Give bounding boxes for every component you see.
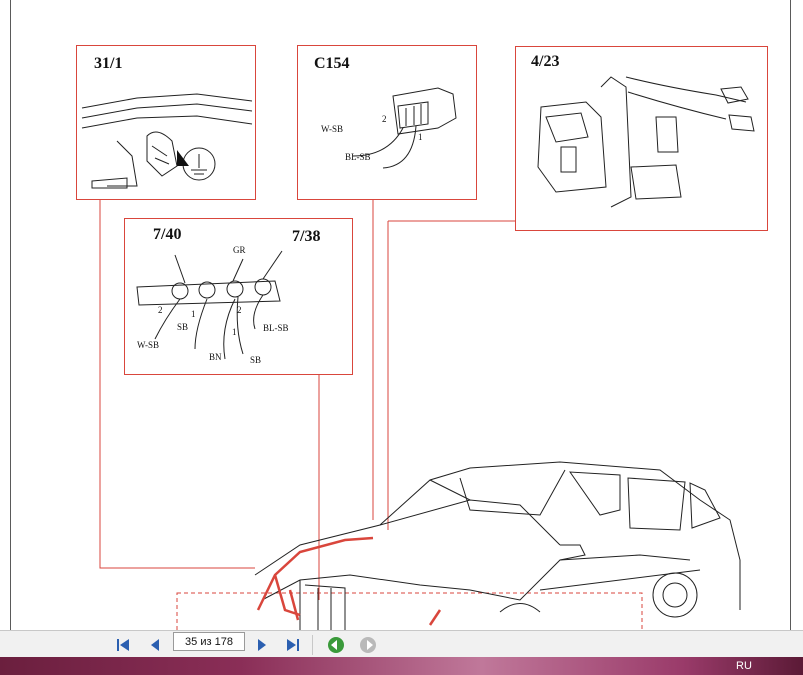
switch-connectors-drawing <box>136 250 283 360</box>
panel-31-1: 31/1 <box>76 45 256 200</box>
taskbar <box>0 657 803 675</box>
lamp-housing-drawing <box>537 76 755 208</box>
last-page-icon[interactable] <box>284 636 302 654</box>
wire-label-sb-right: SB <box>250 355 262 365</box>
wire-label-c154-bl-sb: BL-SB <box>345 152 371 162</box>
pin-label-c154-1: 1 <box>418 132 423 142</box>
wire-label-c154-w-sb: W-SB <box>321 124 344 134</box>
pin-label-c154-2: 2 <box>382 114 387 124</box>
pin-label-7-38-2: 2 <box>237 305 242 315</box>
c154-connector-drawing <box>352 87 457 169</box>
first-page-icon[interactable] <box>114 636 132 654</box>
pin-label-7-40-2: 2 <box>158 305 163 315</box>
wire-label-sb-left: SB <box>177 322 189 332</box>
go-forward-icon[interactable] <box>359 636 377 654</box>
next-page-icon[interactable] <box>253 636 271 654</box>
car-illustration <box>254 461 741 630</box>
wire-label-w-sb: W-SB <box>137 340 160 350</box>
pin-label-7-38-1: 1 <box>232 327 237 337</box>
pin-label-7-40-1: 1 <box>191 309 196 319</box>
page-number-field[interactable]: 35 из 178 <box>173 632 245 651</box>
previous-page-icon[interactable] <box>146 636 164 654</box>
panel-c154: C154 W-SB 2 1 BL-SB <box>297 45 477 200</box>
ground-point-drawing <box>81 93 253 189</box>
language-indicator[interactable]: RU <box>736 660 752 672</box>
go-back-icon[interactable] <box>327 636 345 654</box>
car-wiring <box>256 536 442 626</box>
toolbar-divider <box>312 635 313 655</box>
panel-7-40-7-38: 7/40 7/38 GR 2 1 SB W-SB BN 2 1 BL-SB SB <box>124 218 353 375</box>
wire-label-bl-sb: BL-SB <box>263 323 289 333</box>
wire-label-bn: BN <box>209 352 222 362</box>
document-page: 31/1 C154 W-SB 2 1 BL-SB 4/23 7/40 7/38 … <box>0 0 803 630</box>
panel-4-23: 4/23 <box>515 46 768 231</box>
wire-label-gr: GR <box>233 245 246 255</box>
viewer-toolbar <box>0 630 803 658</box>
